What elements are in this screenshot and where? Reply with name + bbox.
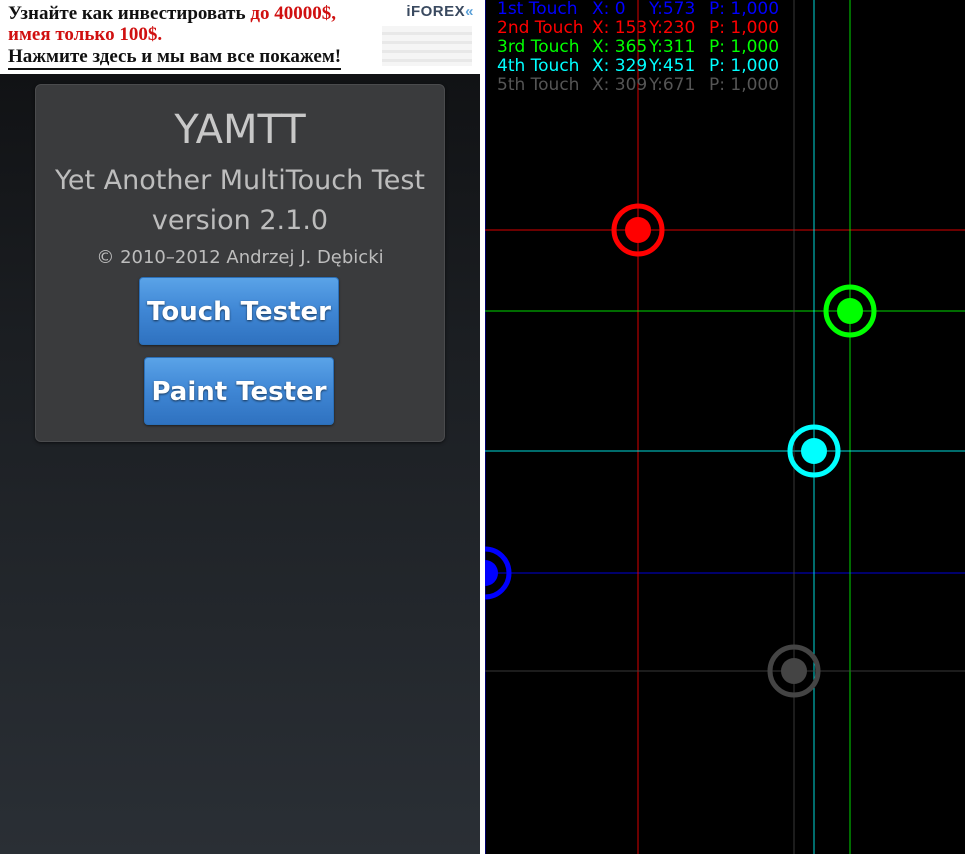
touch-readout-lbl: 3rd Touch [497, 37, 580, 57]
touch-readout-x: X: 153 [592, 18, 648, 38]
touch-readout-x: X: 329 [592, 56, 648, 76]
ad-brand-logo: iFOREX« [406, 3, 474, 20]
touch-readout-y: Y:230 [649, 18, 696, 38]
touch-readout-lbl: 5th Touch [497, 75, 580, 95]
app-title: YAMTT [174, 107, 306, 153]
app-version: version 2.1.0 [151, 205, 329, 236]
touch-readout-y: Y:451 [649, 56, 696, 76]
ad-banner[interactable]: Узнайте как инвестировать до 40000$, име… [0, 0, 480, 74]
ad-line-1: Узнайте как инвестировать до 40000$, [8, 3, 336, 25]
touch-readout-y: Y:311 [649, 37, 696, 57]
touch-readout-p: P: 1,000 [709, 75, 780, 95]
touch-dot [801, 438, 827, 464]
touch-dot [485, 560, 498, 586]
ad-line-1-highlight: до 40000$, [250, 3, 336, 24]
paint-tester-button[interactable]: Paint Tester [144, 357, 334, 425]
touch-dot [625, 217, 651, 243]
touch-tester-button[interactable]: Touch Tester [139, 277, 339, 345]
ad-line-2: имея только 100$. [8, 24, 163, 45]
ad-faded-text [382, 26, 472, 66]
touch-readout-x: X: 309 [592, 75, 648, 95]
ad-brand-text: iFOREX [406, 3, 466, 20]
touch-readout-lbl: 2nd Touch [497, 18, 584, 38]
touch-readout-p: P: 1,000 [709, 56, 780, 76]
app-launcher-screen: Узнайте как инвестировать до 40000$, име… [0, 0, 480, 854]
touch-readout-lbl: 1st Touch [497, 0, 578, 19]
ad-line-1-text: Узнайте как инвестировать [8, 3, 251, 24]
touch-readout-p: P: 1,000 [709, 0, 780, 19]
touch-readout-x: X: 365 [592, 37, 648, 57]
touch-dot [781, 658, 807, 684]
copyright: © 2010–2012 Andrzej J. Dębicki [96, 247, 384, 268]
touch-readout-x: X: 0 [592, 0, 626, 19]
touch-tester-screen[interactable]: 1st Touch X: 0 Y:573 P: 1,000 2nd Touch X: 15… [485, 0, 965, 854]
touch-dot [837, 298, 863, 324]
ad-brand-chevrons-icon: « [465, 3, 474, 20]
touch-readout-lbl: 4th Touch [497, 56, 580, 76]
ad-line-3: Нажмите здесь и мы вам все покажем! [8, 46, 342, 70]
touch-canvas[interactable] [485, 0, 965, 854]
touch-readout-p: P: 1,000 [709, 18, 780, 38]
app-subtitle: Yet Another MultiTouch Test [54, 165, 426, 196]
touch-readout-y: Y:671 [649, 75, 696, 95]
touch-readout-p: P: 1,000 [709, 37, 780, 57]
touch-readout-y: Y:573 [649, 0, 696, 19]
about-panel: YAMTT Yet Another MultiTouch Test versio… [35, 84, 445, 442]
